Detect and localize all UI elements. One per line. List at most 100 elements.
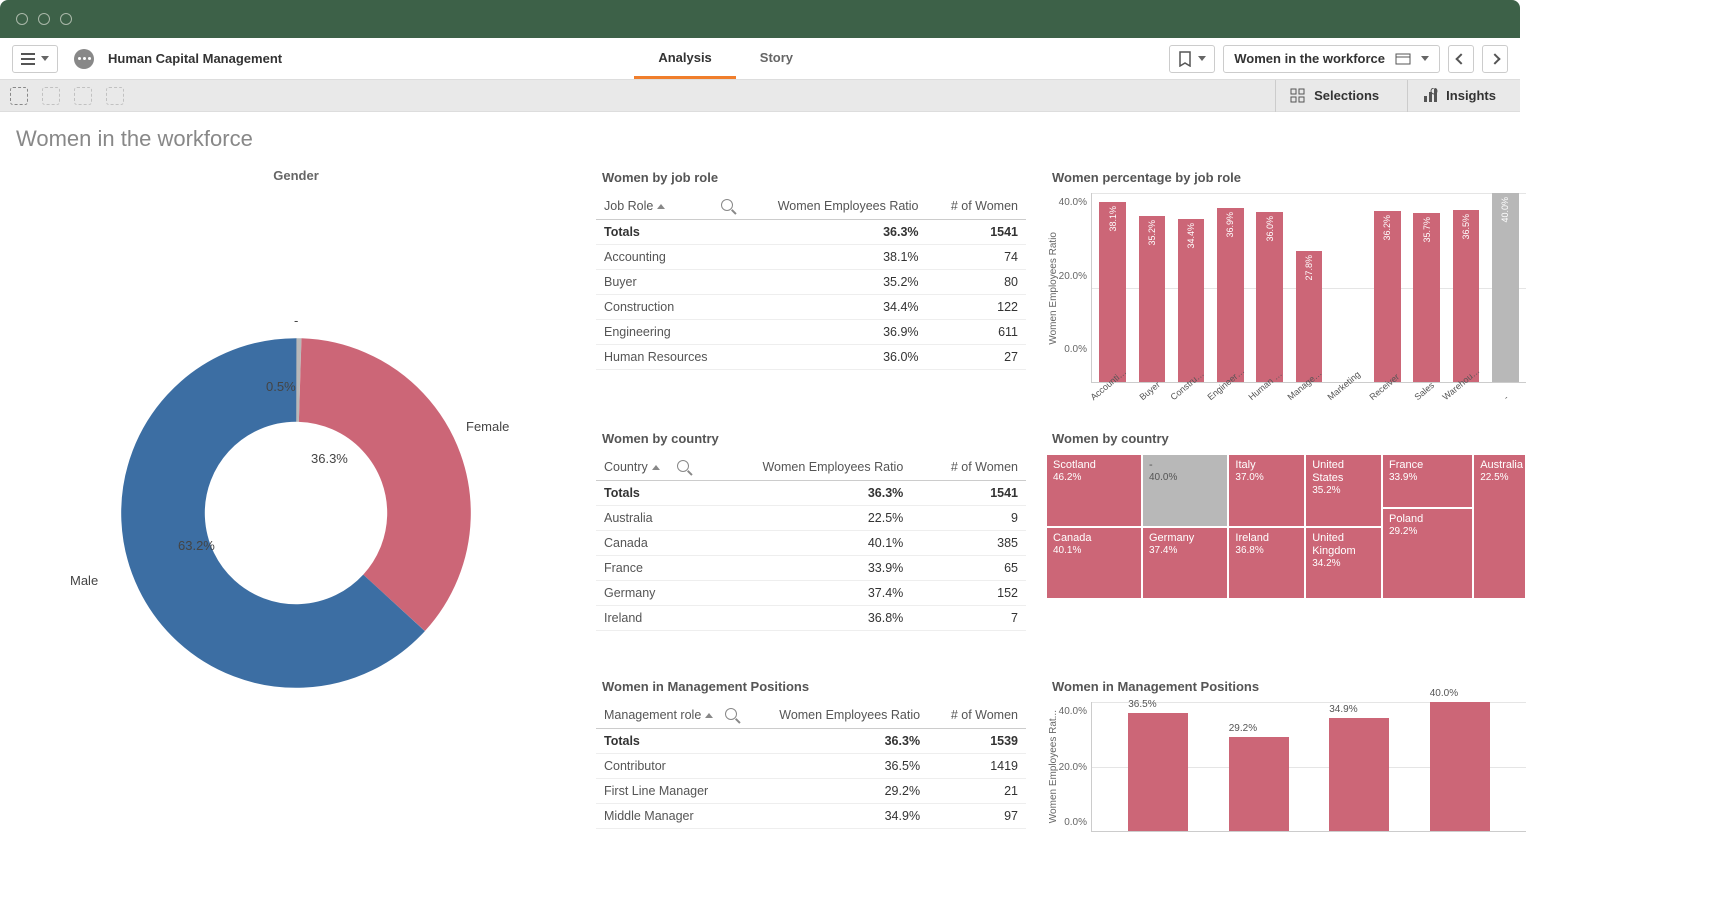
treemap-cell[interactable]: Italy37.0%: [1228, 454, 1305, 527]
pct-by-job-role-chart: Women Employees Ratio 40.0% 20.0% 0.0% 3…: [1046, 193, 1526, 383]
table-row[interactable]: Middle Manager34.9%97: [596, 804, 1026, 829]
col-ratio[interactable]: Women Employees Ratio: [739, 193, 927, 220]
donut-pct-male: 63.2%: [178, 538, 215, 553]
table-row[interactable]: Buyer35.2%80: [596, 270, 1026, 295]
insights-button[interactable]: Insights: [1407, 80, 1510, 112]
col-job-role[interactable]: Job Role: [596, 193, 739, 220]
table-row[interactable]: Germany37.4%152: [596, 581, 1026, 606]
treemap-cell[interactable]: Poland29.2%: [1382, 508, 1473, 599]
bookmark-icon: [1178, 51, 1192, 67]
table-row[interactable]: Ireland36.8%7: [596, 606, 1026, 631]
table-row[interactable]: Australia22.5%9: [596, 506, 1026, 531]
donut-svg: [106, 323, 486, 703]
treemap-cell[interactable]: Canada40.1%: [1046, 527, 1142, 600]
treemap-cell[interactable]: Germany37.4%: [1142, 527, 1228, 600]
bar[interactable]: 29.2%: [1221, 702, 1298, 831]
bar[interactable]: 35.7% Sales: [1410, 193, 1443, 382]
women-mgmt-chart-panel[interactable]: Women in Management Positions Women Empl…: [1046, 677, 1526, 872]
app-top-bar: Human Capital Management Analysis Story …: [0, 38, 1520, 80]
window-max-dot[interactable]: [60, 13, 72, 25]
hamburger-icon: [21, 53, 35, 65]
bar[interactable]: 34.4% Constru…: [1175, 193, 1208, 382]
panel-title: Women by country: [596, 429, 1026, 454]
app-title: Human Capital Management: [108, 51, 282, 66]
bar[interactable]: 35.2% Buyer: [1135, 193, 1168, 382]
table-row[interactable]: Accounting38.1%74: [596, 245, 1026, 270]
treemap-cell[interactable]: -40.0%: [1142, 454, 1228, 527]
women-by-country-table-panel[interactable]: Women by country Country Women Employees…: [596, 429, 1026, 671]
sheet-selector[interactable]: Women in the workforce: [1223, 45, 1440, 73]
treemap-cell[interactable]: United Kingdom34.2%: [1305, 527, 1382, 600]
search-icon[interactable]: [677, 460, 689, 472]
sort-asc-icon: [705, 713, 713, 718]
donut-chart: 0.5% 36.3% 63.2% Male Female -: [106, 323, 486, 703]
treemap-cell[interactable]: Scotland46.2%: [1046, 454, 1142, 527]
search-icon[interactable]: [725, 708, 737, 720]
sort-asc-icon: [657, 204, 665, 209]
bar[interactable]: 40.0% -: [1489, 193, 1522, 382]
bar[interactable]: 36.9% Engineer…: [1214, 193, 1247, 382]
table-totals-row: Totals36.3%1541: [596, 481, 1026, 506]
women-mgmt-table-panel[interactable]: Women in Management Positions Management…: [596, 677, 1026, 872]
bar[interactable]: 27.8% Manage…: [1292, 193, 1325, 382]
bar[interactable]: 36.2% Receiver: [1371, 193, 1404, 382]
selections-tool-button[interactable]: Selections: [1275, 80, 1393, 112]
panel-title: Women percentage by job role: [1046, 168, 1526, 193]
table-row[interactable]: First Line Manager29.2%21: [596, 779, 1026, 804]
gender-donut-panel[interactable]: Gender 0.5% 36.3% 63.2% Male Female -: [16, 168, 576, 872]
bar[interactable]: 34.9%: [1321, 702, 1398, 831]
col-country[interactable]: Country: [596, 454, 695, 481]
bar[interactable]: 40.0%: [1422, 702, 1499, 831]
smart-search-icon[interactable]: [10, 87, 28, 105]
search-icon[interactable]: [721, 199, 733, 211]
bookmarks-button[interactable]: [1169, 45, 1215, 73]
women-by-country-table: Country Women Employees Ratio # of Women…: [596, 454, 1026, 631]
bar[interactable]: 38.1% Accounti…: [1096, 193, 1129, 382]
prev-sheet-button[interactable]: [1448, 45, 1474, 73]
table-row[interactable]: Human Resources36.0%27: [596, 345, 1026, 370]
col-count[interactable]: # of Women: [928, 702, 1026, 729]
caret-down-icon: [1421, 56, 1429, 61]
bar[interactable]: 36.0% Human …: [1253, 193, 1286, 382]
donut-title: Gender: [16, 168, 576, 183]
app-icon: [74, 49, 94, 69]
tab-analysis[interactable]: Analysis: [634, 38, 735, 79]
col-ratio[interactable]: Women Employees Ratio: [695, 454, 911, 481]
donut-label-female: Female: [466, 419, 509, 434]
col-ratio[interactable]: Women Employees Ratio: [743, 702, 928, 729]
table-row[interactable]: Canada40.1%385: [596, 531, 1026, 556]
table-row[interactable]: Construction34.4%122: [596, 295, 1026, 320]
table-row[interactable]: France33.9%65: [596, 556, 1026, 581]
bar[interactable]: 0.0% Marketing: [1332, 193, 1365, 382]
clear-all-icon[interactable]: [106, 87, 124, 105]
women-by-country-treemap-panel[interactable]: Women by country Scotland46.2%-40.0%Ital…: [1046, 429, 1526, 671]
panel-title: Women in Management Positions: [596, 677, 1026, 702]
women-by-job-role-table-panel[interactable]: Women by job role Job Role Women Employe…: [596, 168, 1026, 423]
page-title: Women in the workforce: [16, 126, 1504, 152]
table-row[interactable]: Engineering36.9%611: [596, 320, 1026, 345]
window-chrome: [0, 0, 1520, 38]
window-min-dot[interactable]: [38, 13, 50, 25]
col-mgmt-role[interactable]: Management role: [596, 702, 743, 729]
pct-by-job-role-chart-panel[interactable]: Women percentage by job role Women Emplo…: [1046, 168, 1526, 423]
tab-story[interactable]: Story: [736, 38, 817, 79]
bar[interactable]: 36.5% Warehou…: [1449, 193, 1482, 382]
treemap-cell[interactable]: Ireland36.8%: [1228, 527, 1305, 600]
y-axis-label: Women Employees Ratio: [1046, 232, 1061, 345]
step-back-icon[interactable]: [42, 87, 60, 105]
col-count[interactable]: # of Women: [911, 454, 1026, 481]
treemap-cell[interactable]: France33.9%: [1382, 454, 1473, 508]
next-sheet-button[interactable]: [1482, 45, 1508, 73]
donut-label-other: -: [294, 313, 298, 328]
global-nav-button[interactable]: [12, 45, 58, 73]
country-treemap: Scotland46.2%-40.0%Italy37.0%United Stat…: [1046, 454, 1526, 599]
donut-label-male: Male: [70, 573, 98, 588]
window-close-dot[interactable]: [16, 13, 28, 25]
table-row[interactable]: Contributor36.5%1419: [596, 754, 1026, 779]
col-count[interactable]: # of Women: [927, 193, 1026, 220]
insights-icon: [1422, 88, 1438, 104]
treemap-cell[interactable]: Australia22.5%: [1473, 454, 1526, 599]
treemap-cell[interactable]: United States35.2%: [1305, 454, 1382, 527]
bar[interactable]: 36.5%: [1120, 702, 1197, 831]
step-forward-icon[interactable]: [74, 87, 92, 105]
